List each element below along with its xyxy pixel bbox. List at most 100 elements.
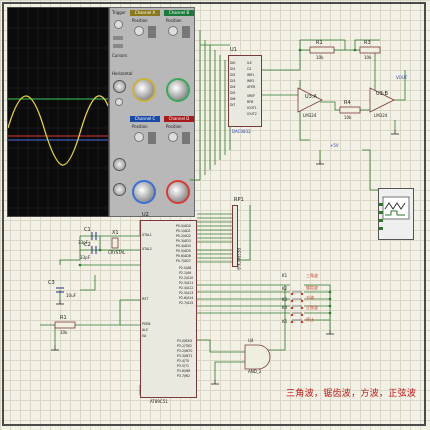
u2-pin-p01: P0.1/AD1 [176, 229, 191, 233]
u3a-ref-label: U3:A [305, 94, 317, 100]
r1-value-label: 10k [316, 55, 324, 60]
k4-ref-label: K4 [282, 305, 288, 310]
c2-ref-label: C2 [84, 242, 91, 248]
u2-pin-p24: P2.4/A12 [179, 286, 194, 290]
u1-type-label: DAC0832 [232, 129, 251, 134]
u1-pin-di5: DI5 [230, 91, 236, 95]
x1-ref-label: X1 [112, 230, 119, 236]
rp1-type-label: RESPACK-8 [236, 248, 241, 270]
k3-function-label: 方波 [306, 295, 314, 300]
rp1-ref-label: RP1 [234, 197, 244, 203]
u1-pin-di0: DI0 [230, 61, 236, 65]
key-sine-wave[interactable] [290, 303, 304, 317]
x1-value-label: CRYSTAL [108, 250, 126, 255]
resistor-r3-symbol [359, 46, 381, 54]
u2-pin-p25: P2.5/A13 [179, 291, 194, 295]
u3b-ref-label: U3:B [376, 91, 388, 97]
u2-pin-p22: P2.2/A10 [179, 276, 194, 280]
u1-pin-iout1: IOUT1 [247, 106, 257, 110]
key-stop[interactable] [290, 310, 304, 324]
u1-pin-di3: DI3 [230, 79, 236, 83]
u2-pin-p36: P3.6/WR [177, 369, 191, 373]
u2-pin-p35: P3.5/T1 [177, 364, 190, 368]
r1-ref-label: R1 [316, 40, 323, 46]
u2-pin-psen: PSEN [142, 322, 151, 326]
k2-function-label: 锯齿波 [306, 285, 318, 290]
u1-pin-cs: CS [247, 67, 252, 71]
u2-pin-rst: RST [142, 297, 149, 301]
u2-pin-p27: P2.7/A15 [179, 301, 194, 305]
c2-value-label: 33pF [80, 255, 90, 260]
u2-pin-p37: P3.7/RD [177, 374, 190, 378]
k1-ref-label: K1 [282, 273, 288, 278]
and-gate-symbol [244, 344, 271, 370]
u1-pin-vref: VREF [247, 94, 256, 98]
u2-pin-xtal2: XTAL2 [142, 247, 152, 251]
u1-ref-label: U1 [230, 47, 237, 53]
key-sawtooth-wave[interactable] [290, 289, 304, 303]
c1-ref-label: C1 [84, 227, 91, 233]
vcc-label: +5V [330, 143, 339, 148]
u2-pin-ale: ALE [142, 328, 148, 332]
u2-pin-p05: P0.5/AD5 [176, 249, 191, 253]
u2-pin-p30: P3.0/RXD [177, 339, 192, 343]
r4-ref-label: R4 [344, 100, 351, 106]
u2-type-label: AT89C51 [150, 399, 168, 404]
and-gate-type-label: AND_2 [248, 369, 262, 374]
u2-pin-p04: P0.4/AD4 [176, 244, 191, 248]
u2-ref-label: U2 [142, 212, 149, 218]
u1-pin-rfb: RFB [247, 100, 254, 104]
u2-pin-p33: P3.3/INT1 [177, 354, 193, 358]
key-square-wave[interactable] [290, 296, 304, 310]
u2-pin-p03: P0.3/AD3 [176, 239, 191, 243]
oscilloscope-instrument-icon [379, 196, 410, 230]
r1b-value-label: 10k [60, 330, 68, 335]
u2-pin-p34: P3.4/T0 [177, 359, 190, 363]
r3-ref-label: R3 [364, 40, 371, 46]
k5-function-label: 停止 [306, 317, 314, 322]
u2-pin-p20: P2.0/A8 [179, 266, 192, 270]
u1-pin-wr1: WR1 [247, 73, 255, 77]
wire-layer [40, 30, 406, 395]
k4-function-label: 正弦波 [306, 305, 318, 310]
resistor-r1-symbol [309, 46, 335, 54]
figure-caption: 三角波，锯齿波，方波，正弦波 [286, 389, 417, 399]
schematic-canvas[interactable]: Trigger Cursors Horizontal Channel A Cha… [0, 0, 430, 430]
u1-pin-iout2: IOUT2 [247, 112, 257, 116]
c3-ref-label: C3 [48, 280, 55, 286]
u1-pin-di6: DI6 [230, 97, 236, 101]
u1-pin-di7: DI7 [230, 103, 236, 107]
u2-pin-p32: P3.2/INT0 [177, 349, 193, 353]
u1-pin-wr2: WR2 [247, 79, 255, 83]
vout-label: VOUT [396, 75, 408, 80]
crystal-symbol [111, 237, 119, 249]
r3-value-label: 10k [364, 55, 372, 60]
u2-pin-ea: EA [142, 334, 147, 338]
k2-ref-label: K2 [282, 286, 288, 291]
u2-pin-p26: P2.6/A14 [179, 296, 194, 300]
u1-pin-di2: DI2 [230, 73, 236, 77]
resistor-r4-symbol [339, 106, 361, 114]
and-gate-ref-label: U4 [248, 338, 254, 343]
u1-pin-xfer: XFER [247, 85, 256, 89]
u2-pin-p07: P0.7/AD7 [176, 259, 191, 263]
u2-pin-p02: P0.2/AD2 [176, 234, 191, 238]
u2-pin-p06: P0.6/AD6 [176, 254, 191, 258]
k3-ref-label: K3 [282, 297, 288, 302]
virtual-oscilloscope-icon[interactable] [378, 188, 414, 240]
resistor-r1b-symbol [54, 321, 76, 329]
u2-pin-p23: P2.3/A11 [179, 281, 194, 285]
u3a-type-label: LM324 [303, 113, 317, 118]
u2-pin-p31: P3.1/TXD [177, 344, 192, 348]
u2-pin-p21: P2.1/A9 [179, 271, 192, 275]
r1b-ref-label: R1 [60, 315, 67, 321]
u2-pin-p00: P0.0/AD0 [176, 224, 191, 228]
u3b-type-label: LM324 [374, 113, 388, 118]
u1-pin-di4: DI4 [230, 85, 236, 89]
r4-value-label: 10k [344, 115, 352, 120]
u1-pin-di1: DI1 [230, 67, 236, 71]
op-amp-u3a-symbol [297, 87, 323, 113]
key-triangle-wave[interactable] [290, 282, 304, 296]
u1-pin-ile: ILE [247, 61, 252, 65]
k5-ref-label: K5 [282, 319, 288, 324]
